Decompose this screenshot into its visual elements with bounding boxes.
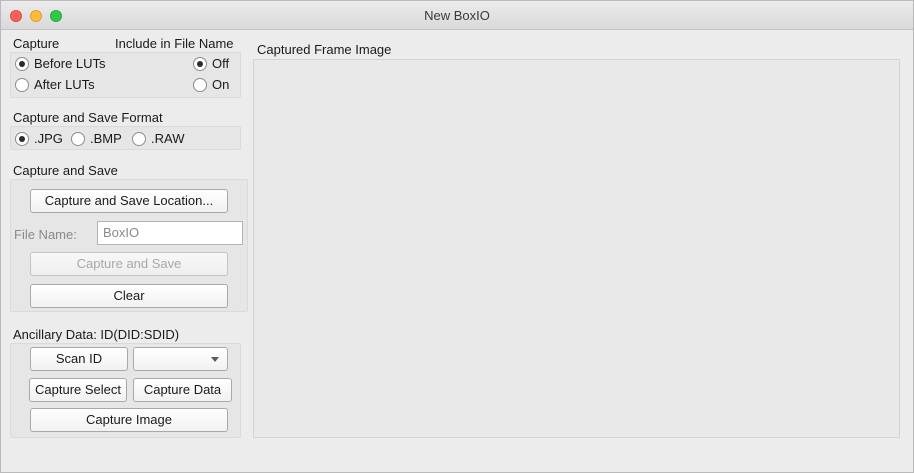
format-bmp-radio[interactable]: .BMP <box>71 131 122 146</box>
capture-select-button[interactable]: Capture Select <box>29 378 127 402</box>
include-off-radio[interactable]: Off <box>193 56 229 71</box>
captured-frame-image <box>253 59 900 438</box>
capture-save-header: Capture and Save <box>13 163 118 178</box>
radio-indicator <box>132 131 146 146</box>
format-raw-radio[interactable]: .RAW <box>132 131 184 146</box>
radio-indicator <box>193 56 207 71</box>
title-bar[interactable]: New BoxIO <box>1 1 913 30</box>
capture-image-button[interactable]: Capture Image <box>30 408 228 432</box>
id-select[interactable] <box>133 347 228 371</box>
capture-header: Capture <box>13 36 60 51</box>
format-header: Capture and Save Format <box>13 110 163 125</box>
include-off-label: Off <box>212 56 230 71</box>
capture-save-location-button[interactable]: Capture and Save Location... <box>30 189 228 213</box>
window-title: New BoxIO <box>424 8 490 23</box>
file-name-label: File Name: <box>14 227 77 242</box>
chevron-down-icon <box>211 357 219 362</box>
format-jpg-label: .JPG <box>34 131 63 146</box>
app-window: New BoxIO Capture Include in File Name B… <box>0 0 914 473</box>
clear-button[interactable]: Clear <box>30 284 228 308</box>
after-luts-label: After LUTs <box>34 77 95 92</box>
radio-indicator <box>15 131 29 146</box>
include-on-label: On <box>212 77 230 92</box>
capture-data-button[interactable]: Capture Data <box>133 378 232 402</box>
format-bmp-label: .BMP <box>90 131 122 146</box>
main-content: Capture Include in File Name Before LUTs… <box>1 30 913 472</box>
before-luts-radio[interactable]: Before LUTs <box>15 56 106 71</box>
radio-indicator <box>193 77 207 92</box>
format-raw-label: .RAW <box>151 131 185 146</box>
scan-id-button[interactable]: Scan ID <box>30 347 128 371</box>
radio-indicator <box>71 131 85 146</box>
include-on-radio[interactable]: On <box>193 77 229 92</box>
after-luts-radio[interactable]: After LUTs <box>15 77 95 92</box>
radio-indicator <box>15 77 29 92</box>
capture-and-save-button[interactable]: Capture and Save <box>30 252 228 276</box>
file-name-input[interactable]: BoxIO <box>97 221 243 245</box>
radio-indicator <box>15 56 29 71</box>
format-jpg-radio[interactable]: .JPG <box>15 131 63 146</box>
captured-frame-label: Captured Frame Image <box>257 42 392 57</box>
before-luts-label: Before LUTs <box>34 56 106 71</box>
ancillary-header: Ancillary Data: ID(DID:SDID) <box>13 327 180 342</box>
include-in-file-name-header: Include in File Name <box>115 36 234 51</box>
